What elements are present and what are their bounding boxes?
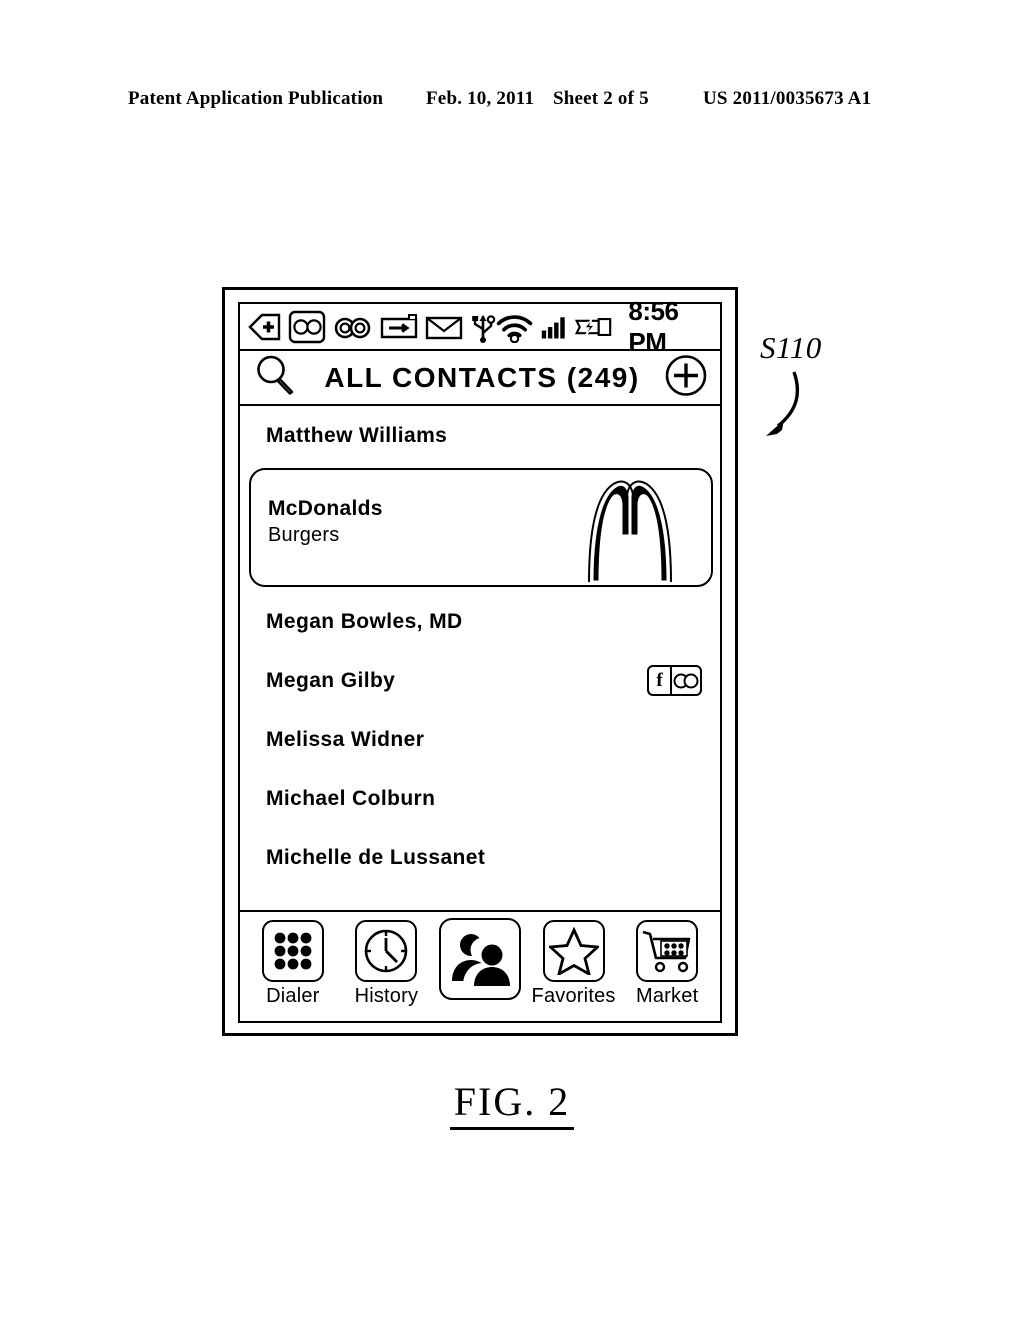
tab-label: Favorites [531,985,616,1007]
list-item[interactable]: Melissa Widner [240,710,720,769]
device-screen: 8:56 PM ALL CONTACTS (249) Matthew Willi… [238,296,722,1023]
star-icon [542,920,605,982]
device-frame: 8:56 PM ALL CONTACTS (249) Matthew Willi… [222,287,738,1036]
search-icon[interactable] [252,352,298,403]
status-icons-left [248,310,496,344]
usb-icon [472,314,496,343]
list-item[interactable]: Michelle de Lussanet [240,828,720,887]
contact-name: Megan Bowles, MD [266,609,463,633]
contact-name: Matthew Williams [266,423,448,447]
tab-label: Market [636,985,699,1007]
email-envelope-icon [425,316,463,339]
tab-contacts[interactable] [435,918,525,1003]
page-title: ALL CONTACTS (249) [324,361,640,393]
status-bar: 8:56 PM [240,296,720,357]
wifi-icon [496,314,533,343]
contact-name: Michael Colburn [266,786,436,810]
contact-name: Michelle de Lussanet [266,845,486,869]
figure-caption: FIG. 2 [0,1078,1024,1130]
contacts-people-icon [438,918,521,1000]
add-contact-icon[interactable] [664,353,708,402]
two-circles-box-icon [288,310,326,343]
business-card-subtitle: Burgers [268,523,340,546]
sheet-number: Sheet 2 of 5 [553,88,649,109]
status-icons-right: 8:56 PM [496,296,714,358]
business-card-title: McDonalds [268,497,383,520]
tab-favorites[interactable]: Favorites [529,920,619,1008]
figure-caption-text: FIG. 2 [449,1079,575,1130]
tab-market[interactable]: Market [622,920,712,1008]
tab-history[interactable]: History [341,920,431,1008]
clock-icon [355,920,418,982]
callout-arrow-icon [752,368,842,453]
publication-number: US 2011/0035673 A1 [703,88,872,109]
battery-charging-icon [574,317,611,336]
signal-bars-icon [541,316,565,338]
back-plus-icon [248,313,281,340]
list-item[interactable]: Megan Bowles, MD [240,592,720,651]
business-card[interactable]: McDonalds Burgers [249,468,713,587]
tab-label: Dialer [266,985,320,1007]
list-item[interactable]: Megan Gilby f [240,651,720,710]
dialer-keypad-icon [261,920,324,982]
voicemail-icon [334,317,371,338]
contact-badges: f [647,665,702,696]
list-item[interactable]: Michael Colburn [240,769,720,828]
callout-label: S110 [760,330,822,365]
facebook-badge-icon: f [649,667,672,694]
tab-label: History [354,985,419,1007]
title-bar: ALL CONTACTS (249) [240,351,720,406]
list-item[interactable]: Matthew Williams [240,406,720,465]
tab-bar: Dialer History Favorites Market [240,910,720,1021]
publication-date: Feb. 10, 2011 [426,88,535,109]
social-circles-icon [672,667,700,694]
sms-card-icon [380,313,418,338]
contact-list[interactable]: Matthew Williams McDonalds Burgers Megan… [240,406,720,910]
publication-header: Patent Application Publication Feb. 10, … [128,88,896,116]
callout-s110: S110 [752,330,902,440]
contact-name: Melissa Widner [266,727,425,751]
tab-dialer[interactable]: Dialer [248,920,338,1008]
contact-name: Megan Gilby [266,668,396,692]
mcdonalds-arches-logo [555,474,705,591]
shopping-cart-icon [636,920,699,982]
social-badge[interactable]: f [647,665,702,696]
business-card-text: McDonalds Burgers [268,496,383,548]
publication-type: Patent Application Publication [128,88,384,109]
status-clock: 8:56 PM [628,295,679,357]
